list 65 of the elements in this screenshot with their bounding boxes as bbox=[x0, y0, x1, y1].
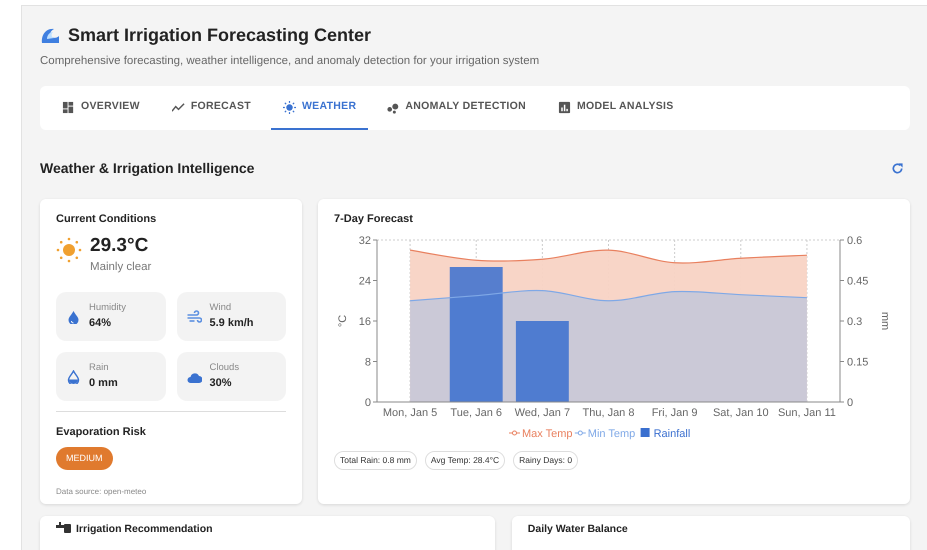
wave-logo-icon bbox=[40, 26, 60, 44]
legend-label: Max Temp bbox=[522, 428, 573, 440]
axis-tick-label: 0.15 bbox=[847, 356, 868, 368]
axis-category-label: Fri, Jan 9 bbox=[652, 406, 698, 419]
metric-value: 0 mm bbox=[89, 376, 118, 392]
axis-category-label: Mon, Jan 5 bbox=[382, 406, 438, 419]
axis-tick-label: 0.3 bbox=[847, 316, 862, 328]
bar-chart-icon bbox=[558, 100, 571, 114]
axis-tick-label: 24 bbox=[358, 275, 371, 288]
axis-tick-label: 0.6 bbox=[847, 234, 862, 247]
legend-label: Min Temp bbox=[588, 428, 636, 440]
axis-tick-label: 8 bbox=[364, 356, 371, 368]
stat-chip: Rainy Days: 0 bbox=[513, 450, 578, 470]
sun-icon bbox=[56, 236, 82, 263]
metric-value: 64% bbox=[89, 316, 112, 332]
axis-category-label: Tue, Jan 6 bbox=[450, 406, 502, 419]
metric-label: Rain bbox=[89, 361, 110, 376]
trend-icon bbox=[172, 100, 185, 114]
axis-tick-label: 0 bbox=[847, 396, 854, 409]
sun-icon bbox=[282, 100, 296, 114]
legend-marker bbox=[508, 430, 520, 436]
dots-icon bbox=[386, 100, 400, 114]
refresh-icon[interactable] bbox=[891, 162, 904, 176]
page-title: Smart Irrigation Forecasting Center bbox=[68, 24, 372, 47]
axis-tick-label: 0 bbox=[364, 396, 371, 409]
stat-chip: Total Rain: 0.8 mm bbox=[334, 450, 417, 470]
risk-label: Evaporation Risk bbox=[56, 425, 147, 440]
axis-title: °C bbox=[337, 314, 349, 327]
wind-icon bbox=[186, 310, 202, 324]
card-title: Irrigation Recommendation bbox=[76, 522, 213, 538]
section-title: Weather & Irrigation Intelligence bbox=[40, 159, 254, 178]
axis-category-label: Sat, Jan 10 bbox=[712, 406, 769, 419]
axis-category-label: Thu, Jan 8 bbox=[582, 406, 634, 419]
drop-icon bbox=[66, 310, 81, 324]
axis-category-label: Sun, Jan 11 bbox=[778, 406, 836, 419]
tab[interactable]: MODEL ANALYSIS bbox=[546, 86, 686, 130]
metric-label: Humidity bbox=[89, 301, 126, 316]
tab[interactable]: WEATHER bbox=[270, 86, 368, 130]
axis-title: mm bbox=[879, 312, 891, 330]
tab[interactable]: ANOMALY DETECTION bbox=[374, 86, 538, 130]
temperature-reading: 29.3°C bbox=[90, 236, 150, 255]
stat-chip: Avg Temp: 28.4°C bbox=[424, 450, 506, 470]
metric-label: Clouds bbox=[210, 361, 240, 376]
axis-category-label: Wed, Jan 7 bbox=[514, 406, 570, 419]
metric-label: Wind bbox=[210, 301, 232, 316]
legend-label: Rainfall bbox=[654, 428, 690, 440]
rain-drop-icon bbox=[66, 370, 81, 384]
card-title: 7-Day Forecast bbox=[334, 212, 414, 228]
card-title: Current Conditions bbox=[56, 212, 158, 228]
faucet-icon bbox=[56, 522, 72, 534]
tab[interactable]: FORECAST bbox=[160, 86, 263, 130]
card-title: Daily Water Balance bbox=[528, 522, 628, 538]
axis-tick-label: 16 bbox=[358, 316, 371, 328]
metric-value: 30% bbox=[210, 376, 233, 392]
axis-tick-label: 32 bbox=[358, 234, 371, 247]
legend-marker bbox=[640, 428, 650, 437]
dashboard-icon bbox=[62, 100, 75, 114]
axis-tick-label: 0.45 bbox=[847, 275, 868, 288]
weather-condition: Mainly clear bbox=[90, 260, 152, 275]
metric-value: 5.9 km/h bbox=[210, 316, 254, 332]
risk-badge: MEDIUM bbox=[56, 446, 112, 470]
tab[interactable]: OVERVIEW bbox=[50, 86, 152, 130]
data-source-note: Data source: open-meteo bbox=[56, 486, 148, 498]
page-subtitle: Comprehensive forecasting, weather intelligence, and anomaly detection for your irrigation system bbox=[40, 54, 540, 69]
legend-marker bbox=[574, 430, 586, 436]
